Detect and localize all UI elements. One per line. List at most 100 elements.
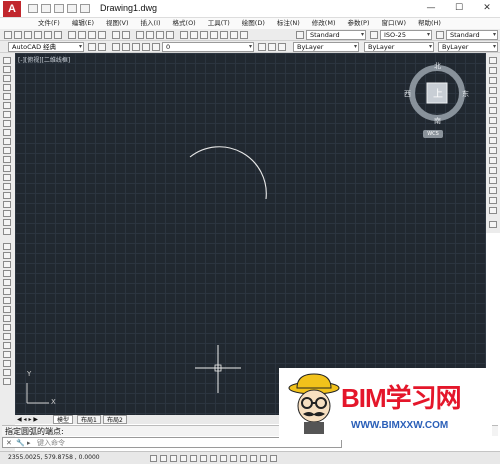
polar-icon[interactable] [190, 455, 197, 462]
move-icon[interactable] [489, 107, 497, 114]
menu-help[interactable]: 帮助(H) [412, 18, 447, 29]
design-center-icon[interactable] [190, 31, 198, 39]
modify-offset-icon[interactable] [3, 270, 11, 277]
modify-copy-icon[interactable] [3, 252, 11, 259]
join-icon[interactable] [489, 177, 497, 184]
hatch-icon[interactable] [3, 183, 11, 190]
mtext-icon[interactable] [3, 219, 11, 226]
layer-isolate-icon[interactable] [278, 43, 286, 51]
app-menu-button[interactable]: A [3, 1, 21, 17]
viewcube-face-top[interactable]: 上 [433, 85, 443, 100]
modify-break-icon[interactable] [3, 342, 11, 349]
recent-commands-icon[interactable]: ▸ [27, 439, 31, 447]
modify-rotate-icon[interactable] [3, 297, 11, 304]
open-icon[interactable] [14, 31, 22, 39]
chamfer-icon[interactable] [489, 187, 497, 194]
modify-scale-icon[interactable] [3, 306, 11, 313]
modify-explode-icon[interactable] [3, 378, 11, 385]
new-icon[interactable] [4, 31, 12, 39]
stretch-icon[interactable] [489, 137, 497, 144]
open-icon[interactable] [41, 4, 51, 13]
save-icon[interactable] [54, 4, 64, 13]
pan-icon[interactable] [136, 31, 144, 39]
extend-icon[interactable] [489, 157, 497, 164]
publish-icon[interactable] [54, 31, 62, 39]
modify-trim-icon[interactable] [3, 324, 11, 331]
undo-icon[interactable] [67, 4, 77, 13]
undo-icon[interactable] [112, 31, 120, 39]
command-input[interactable]: 键入命令 [37, 438, 65, 448]
explode-icon[interactable] [489, 207, 497, 214]
quickcalc-icon[interactable] [230, 31, 238, 39]
add-selected-icon[interactable] [3, 228, 11, 235]
menu-window[interactable]: 窗口(W) [375, 18, 412, 29]
table-style-select[interactable]: Standard [446, 30, 498, 40]
close-command-icon[interactable]: ✕ [6, 439, 12, 447]
line-icon[interactable] [3, 57, 11, 64]
modify-chamfer-icon[interactable] [3, 360, 11, 367]
save-icon[interactable] [24, 31, 32, 39]
properties-icon[interactable] [180, 31, 188, 39]
modify-join-icon[interactable] [3, 351, 11, 358]
customize-icon[interactable]: 🔧 [16, 439, 25, 447]
menu-view[interactable]: 视图(V) [100, 18, 135, 29]
layer-previous-icon[interactable] [268, 43, 276, 51]
linetype-select[interactable]: ByLayer [364, 42, 434, 52]
menu-draw[interactable]: 绘图(D) [236, 18, 271, 29]
match-properties-icon[interactable] [98, 31, 106, 39]
sun-icon[interactable] [132, 43, 140, 51]
sheet-set-icon[interactable] [210, 31, 218, 39]
copy-object-icon[interactable] [489, 67, 497, 74]
menu-insert[interactable]: 插入(I) [135, 18, 167, 29]
break-icon[interactable] [489, 167, 497, 174]
menu-dimension[interactable]: 标注(N) [271, 18, 306, 29]
redo-icon[interactable] [122, 31, 130, 39]
erase-icon[interactable] [489, 57, 497, 64]
3d-osnap-icon[interactable] [210, 455, 217, 462]
modify-array-icon[interactable] [3, 279, 11, 286]
arc-icon[interactable] [3, 102, 11, 109]
make-current-icon[interactable] [258, 43, 266, 51]
preview-icon[interactable] [44, 31, 52, 39]
tab-nav-arrows[interactable]: ◀ ◂ ▸ ▶ [17, 415, 38, 424]
mirror-icon[interactable] [489, 77, 497, 84]
insert-block-icon[interactable] [3, 156, 11, 163]
array-icon[interactable] [489, 97, 497, 104]
snap-icon[interactable] [160, 455, 167, 462]
rectangle-icon[interactable] [3, 93, 11, 100]
region-icon[interactable] [3, 201, 11, 208]
quick-properties-icon[interactable] [270, 455, 277, 462]
otrack-icon[interactable] [220, 455, 227, 462]
point-icon[interactable] [3, 174, 11, 181]
tab-layout2[interactable]: 布局2 [103, 415, 127, 424]
menu-tools[interactable]: 工具(T) [202, 18, 236, 29]
lock-icon[interactable] [142, 43, 150, 51]
workspace-settings-icon[interactable] [88, 43, 96, 51]
ellipse-arc-icon[interactable] [3, 147, 11, 154]
polyline-icon[interactable] [3, 75, 11, 82]
menu-modify[interactable]: 修改(M) [306, 18, 342, 29]
polygon-icon[interactable] [3, 84, 11, 91]
viewcube-east[interactable]: 东 [462, 89, 469, 99]
scale-icon[interactable] [489, 127, 497, 134]
construction-line-icon[interactable] [3, 66, 11, 73]
workspace-select[interactable]: AutoCAD 经典 [8, 42, 84, 52]
ortho-icon[interactable] [180, 455, 187, 462]
fillet-icon[interactable] [489, 197, 497, 204]
maximize-button[interactable]: ☐ [452, 2, 466, 15]
lineweight-toggle-icon[interactable] [250, 455, 257, 462]
help-icon[interactable] [240, 31, 248, 39]
modify-extend-icon[interactable] [3, 333, 11, 340]
transparency-icon[interactable] [260, 455, 267, 462]
modify-fillet-icon[interactable] [3, 369, 11, 376]
rotate-icon[interactable] [489, 117, 497, 124]
lightbulb-icon[interactable] [122, 43, 130, 51]
make-block-icon[interactable] [3, 165, 11, 172]
layer-properties-icon[interactable] [98, 43, 106, 51]
paste-icon[interactable] [88, 31, 96, 39]
minimize-button[interactable]: — [424, 2, 438, 15]
markup-icon[interactable] [220, 31, 228, 39]
modify-mirror-icon[interactable] [3, 261, 11, 268]
layer-color-icon[interactable] [152, 43, 160, 51]
layer-select[interactable]: 0 [162, 42, 254, 52]
